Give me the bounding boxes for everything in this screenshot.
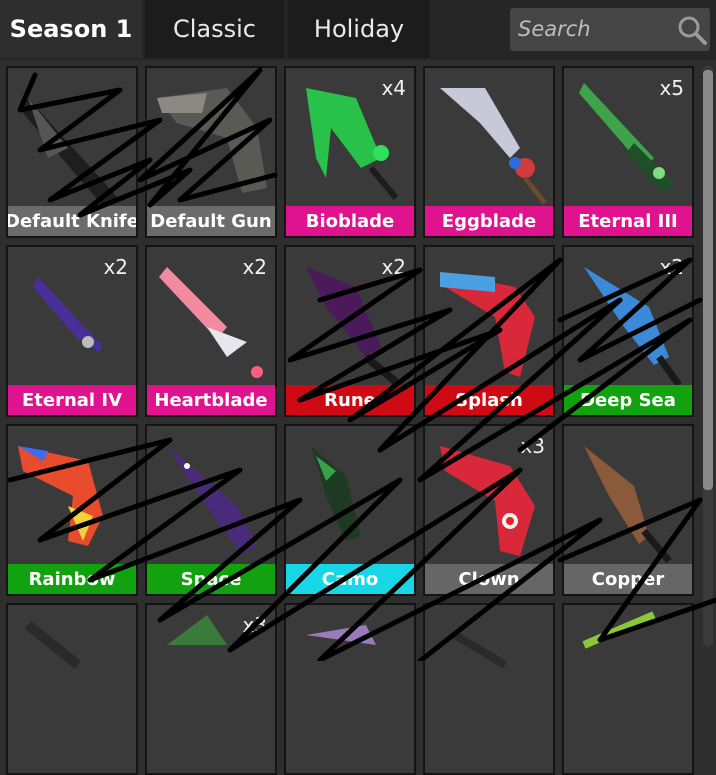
inventory-item[interactable] — [562, 603, 694, 775]
item-image — [440, 88, 547, 205]
item-image — [452, 631, 508, 669]
item-quantity: x3 — [520, 434, 545, 458]
search-box — [510, 8, 710, 51]
item-name: Splash — [425, 385, 553, 415]
item-image — [157, 88, 267, 193]
top-bar: Season 1 Classic Holiday — [0, 0, 716, 60]
inventory-item[interactable]: Splash — [423, 245, 555, 417]
inventory-item[interactable]: x3 Clown — [423, 424, 555, 596]
item-quantity: x2 — [103, 255, 128, 279]
item-name: Heartblade — [147, 385, 275, 415]
item-image — [582, 611, 656, 649]
item-name: Default Knife — [8, 206, 136, 236]
item-image — [306, 625, 376, 645]
inventory-item[interactable]: x5 Eternal III — [562, 66, 694, 238]
inventory-item[interactable]: Default Gun — [145, 66, 277, 238]
item-quantity: x3 — [242, 613, 267, 637]
inventory-item[interactable]: Camo — [284, 424, 416, 596]
inventory-item[interactable]: Space — [145, 424, 277, 596]
inventory-item[interactable] — [284, 603, 416, 775]
item-image — [584, 446, 672, 564]
inventory-item[interactable]: x2 Heartblade — [145, 245, 277, 417]
scrollbar-thumb[interactable] — [703, 70, 713, 490]
item-quantity: x5 — [659, 76, 684, 100]
item-image — [23, 98, 118, 206]
item-name: Copper — [564, 564, 692, 594]
item-quantity: x2 — [381, 255, 406, 279]
item-name: Camo — [286, 564, 414, 594]
item-name: Default Gun — [147, 206, 275, 236]
search-icon[interactable] — [676, 14, 708, 46]
item-name: Rune — [286, 385, 414, 415]
item-name: Bioblade — [286, 206, 414, 236]
item-image — [24, 621, 82, 669]
inventory-item[interactable]: x2 Eternal IV — [6, 245, 138, 417]
search-input[interactable] — [518, 14, 668, 44]
inventory-item[interactable]: x2 Rune — [284, 245, 416, 417]
item-quantity: x2 — [242, 255, 267, 279]
inventory-item[interactable]: x4 Bioblade — [284, 66, 416, 238]
inventory-item[interactable]: Rainbow — [6, 424, 138, 596]
item-quantity: x2 — [659, 255, 684, 279]
item-name: Deep Sea — [564, 385, 692, 415]
inventory-item[interactable]: Copper — [562, 424, 694, 596]
item-name: Space — [147, 564, 275, 594]
tab-holiday[interactable]: Holiday — [288, 0, 430, 58]
item-image — [18, 446, 103, 546]
inventory-item[interactable]: Default Knife — [6, 66, 138, 238]
inventory-item[interactable]: Eggblade — [423, 66, 555, 238]
inventory-item[interactable]: x2 Deep Sea — [562, 245, 694, 417]
inventory-item[interactable]: x3 — [145, 603, 277, 775]
inventory-item[interactable] — [423, 603, 555, 775]
item-name: Clown — [425, 564, 553, 594]
item-image — [311, 446, 361, 541]
item-grid: Default Knife Default Gun x4 Bioblade Eggbla… — [0, 61, 700, 775]
tab-classic[interactable]: Classic — [145, 0, 284, 58]
item-image — [167, 446, 257, 554]
item-name: Rainbow — [8, 564, 136, 594]
item-image — [440, 272, 535, 377]
item-name: Eggblade — [425, 206, 553, 236]
tab-season-1[interactable]: Season 1 — [0, 0, 142, 58]
scrollbar[interactable] — [703, 66, 713, 646]
item-name: Eternal IV — [8, 385, 136, 415]
inventory-item[interactable] — [6, 603, 138, 775]
item-name: Eternal III — [564, 206, 692, 236]
item-quantity: x4 — [381, 76, 406, 100]
